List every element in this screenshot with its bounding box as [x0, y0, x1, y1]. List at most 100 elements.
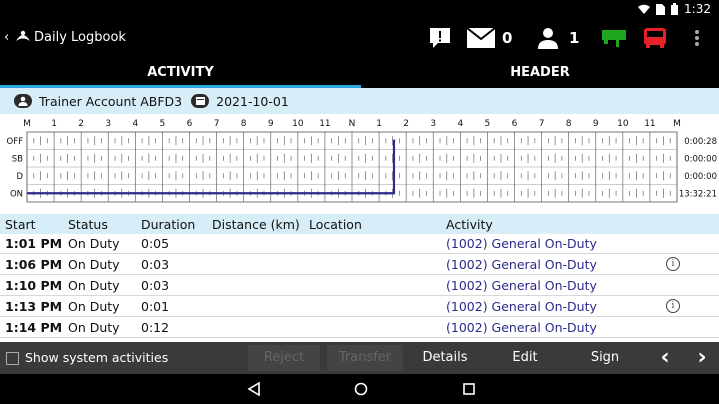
hour-label: M — [673, 119, 681, 129]
info-icon[interactable]: i — [666, 299, 680, 313]
row-activity: (1002) General On-Duty — [446, 236, 597, 251]
hour-label: 2 — [78, 119, 84, 129]
app-logo-icon[interactable] — [14, 27, 32, 45]
col-distance: Distance (km) — [212, 217, 300, 232]
row-duration: 0:03 — [141, 257, 170, 272]
status-row-total: 13:32:21 — [679, 189, 717, 199]
hour-label: 10 — [617, 119, 629, 129]
trailer-icon — [602, 30, 626, 47]
activity-panel: Trainer Account ABFD3 2021-10-01 M 1 2 3 4 5 6… — [0, 88, 719, 342]
recents-square-icon[interactable] — [462, 382, 476, 396]
truck-icon — [644, 28, 666, 48]
message-count: 0 — [502, 29, 513, 47]
row-start: 1:13 PM — [5, 299, 63, 314]
hour-label: 5 — [485, 119, 491, 129]
hour-label: 6 — [187, 119, 193, 129]
row-activity: (1002) General On-Duty — [446, 278, 597, 293]
row-status: On Duty — [68, 299, 120, 314]
status-row-total: 0:00:00 — [684, 154, 717, 164]
users-button[interactable] — [537, 26, 559, 50]
row-status: On Duty — [68, 278, 120, 293]
tab-activity[interactable]: ACTIVITY — [0, 58, 361, 88]
row-start: 1:10 PM — [5, 278, 63, 293]
row-start: 1:06 PM — [5, 257, 63, 272]
app-title: Daily Logbook — [34, 30, 126, 45]
details-button[interactable]: Details — [408, 345, 482, 371]
hour-label: 3 — [430, 119, 436, 129]
back-triangle-icon[interactable] — [247, 382, 261, 396]
edit-button[interactable]: Edit — [488, 345, 562, 371]
hour-label: 9 — [593, 119, 599, 129]
trailer-button[interactable] — [602, 26, 626, 50]
show-system-activities-checkbox[interactable] — [6, 352, 19, 365]
tab-bar: ACTIVITY HEADER — [0, 58, 719, 88]
hour-label: 1 — [51, 119, 57, 129]
info-icon[interactable]: i — [666, 257, 680, 271]
hour-label: 7 — [539, 119, 545, 129]
alert-icon — [430, 28, 450, 48]
activity-row[interactable]: 1:06 PM On Duty 0:03 (1002) General On-Duty… — [0, 255, 719, 275]
action-bar: Show system activities Reject Transfer D… — [0, 342, 719, 374]
hour-label: 8 — [241, 119, 247, 129]
hour-label: 9 — [268, 119, 274, 129]
activity-row[interactable]: 1:10 PM On Duty 0:03 (1002) General On-Duty — [0, 276, 719, 296]
activity-row[interactable]: 1:01 PM On Duty 0:05 (1002) General On-Duty — [0, 234, 719, 254]
alert-button[interactable] — [429, 26, 451, 50]
messages-button[interactable] — [467, 26, 495, 50]
status-row-total: 0:00:28 — [684, 137, 717, 147]
driver-bar: Trainer Account ABFD3 2021-10-01 — [0, 88, 719, 114]
hour-label: 4 — [132, 119, 138, 129]
hour-label: 2 — [403, 119, 409, 129]
status-row-label: ON — [10, 189, 23, 199]
status-bar: 1:32 — [0, 0, 719, 20]
driver-icon — [14, 94, 32, 108]
hour-label: M — [23, 119, 31, 129]
log-date: 2021-10-01 — [216, 93, 289, 109]
hour-label: 11 — [319, 119, 330, 129]
activity-row[interactable]: 1:14 PM On Duty 0:12 (1002) General On-Duty — [0, 318, 719, 338]
overflow-menu-button[interactable] — [694, 26, 700, 50]
user-count: 1 — [569, 29, 580, 47]
row-activity: (1002) General On-Duty — [446, 320, 597, 335]
system-nav-bar — [0, 374, 719, 404]
tab-header[interactable]: HEADER — [361, 58, 719, 88]
reject-button[interactable]: Reject — [248, 345, 320, 371]
row-duration: 0:05 — [141, 236, 170, 251]
hour-label: 4 — [457, 119, 463, 129]
hour-label: N — [349, 119, 356, 129]
row-start: 1:01 PM — [5, 236, 63, 251]
app-bar: ‹ Daily Logbook 0 1 — [0, 20, 719, 58]
show-system-activities-label[interactable]: Show system activities — [25, 350, 168, 365]
calendar-icon — [191, 94, 210, 108]
status-row-label: SB — [12, 154, 23, 164]
overflow-menu-icon — [695, 30, 699, 46]
home-circle-icon[interactable] — [354, 382, 368, 396]
row-start: 1:14 PM — [5, 320, 63, 335]
row-status: On Duty — [68, 257, 120, 272]
table-header: Start Status Duration Distance (km) Loca… — [0, 214, 719, 234]
hour-label: 10 — [292, 119, 304, 129]
back-chevron-icon[interactable]: ‹ — [4, 30, 9, 45]
status-icons: 1:32 — [638, 2, 711, 16]
person-icon — [538, 28, 558, 49]
row-duration: 0:01 — [141, 299, 170, 314]
row-duration: 0:12 — [141, 320, 170, 335]
activity-row[interactable]: 1:13 PM On Duty 0:01 (1002) General On-Duty… — [0, 297, 719, 317]
sign-button[interactable]: Sign — [568, 345, 642, 371]
hour-label: 6 — [512, 119, 518, 129]
row-status: On Duty — [68, 320, 120, 335]
col-duration: Duration — [141, 217, 196, 232]
hour-label: 7 — [214, 119, 220, 129]
wifi-icon — [638, 4, 651, 14]
driver-name: Trainer Account ABFD3 — [39, 93, 183, 109]
truck-button[interactable] — [643, 26, 667, 50]
hour-label: 3 — [105, 119, 111, 129]
hour-label: 1 — [376, 119, 382, 129]
transfer-button[interactable]: Transfer — [327, 345, 403, 371]
col-activity: Activity — [446, 217, 493, 232]
status-row-label: OFF — [7, 137, 24, 147]
row-duration: 0:03 — [141, 278, 170, 293]
previous-button[interactable]: ‹ — [649, 345, 681, 371]
next-button[interactable]: › — [686, 345, 718, 371]
row-activity: (1002) General On-Duty — [446, 257, 597, 272]
